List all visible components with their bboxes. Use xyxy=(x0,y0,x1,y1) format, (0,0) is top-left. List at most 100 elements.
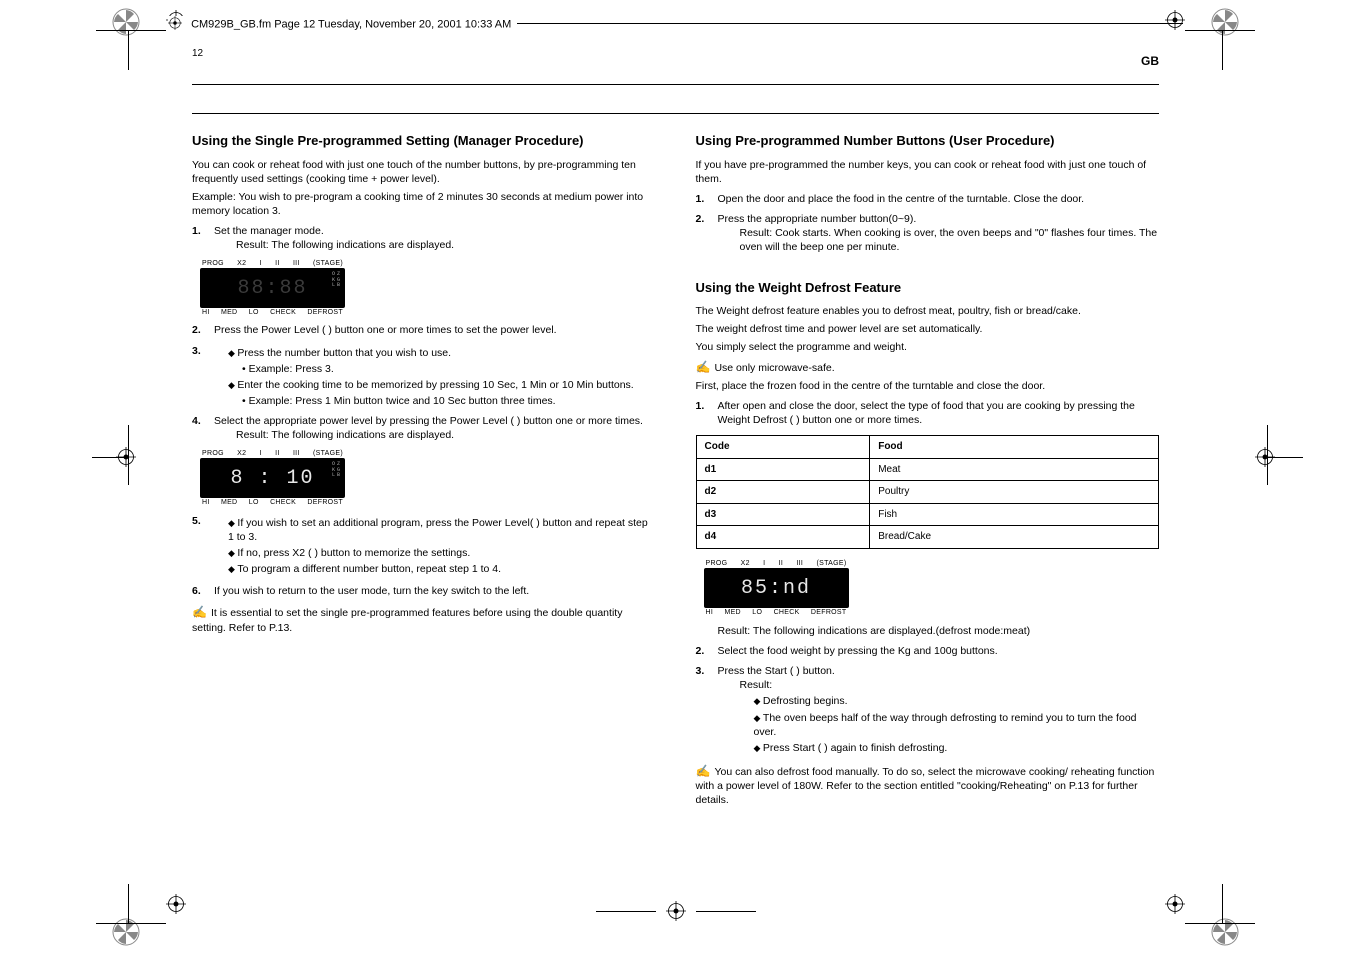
lcd-label: II xyxy=(275,449,280,458)
defrost-codes-table: Code Food d1Meat d2Poultry d3Fish d4Brea… xyxy=(696,435,1160,549)
right-p2a: The Weight defrost feature enables you t… xyxy=(696,304,1160,318)
table-header-code: Code xyxy=(696,436,870,459)
right-note3: You can also defrost food manually. To d… xyxy=(696,766,1155,806)
left-step3-example: Example: Press 3. xyxy=(242,362,634,376)
lcd-label: CHECK xyxy=(270,308,296,317)
right-step-1: Open the door and place the food in the … xyxy=(718,192,1085,206)
lcd-label: X2 xyxy=(237,449,246,458)
lcd-label: PROG xyxy=(202,259,224,268)
left-intro-2: Example: You wish to pre-program a cooki… xyxy=(192,190,656,218)
note-icon: ✍ xyxy=(696,764,711,778)
note-icon: ✍ xyxy=(192,605,207,619)
lcd-label: II xyxy=(779,559,784,568)
lcd-label: DEFROST xyxy=(811,608,847,617)
crop-mark xyxy=(1185,30,1255,31)
lcd-label: (STAGE) xyxy=(816,559,846,568)
right-defrost-result-1: Result: The following indications are di… xyxy=(718,624,1160,638)
table-row: d2Poultry xyxy=(696,481,1159,504)
lcd-label: PROG xyxy=(202,449,224,458)
lcd-label: DEFROST xyxy=(307,308,343,317)
left-intro-1: You can cook or reheat food with just on… xyxy=(192,158,656,186)
right-note2: Use only microwave-safe. xyxy=(714,362,834,374)
lcd-label: CHECK xyxy=(270,498,296,507)
lcd-label: PROG xyxy=(706,559,728,568)
lcd-value: 8 : 10 xyxy=(230,465,314,492)
left-heading: Using the Single Pre-programmed Setting … xyxy=(192,132,656,150)
lcd-label: II xyxy=(275,259,280,268)
file-header-text: CM929B_GB.fm Page 12 Tuesday, November 2… xyxy=(191,18,511,30)
lcd-side-label: LB xyxy=(332,473,342,479)
lcd-label: LO xyxy=(752,608,762,617)
crop-mark xyxy=(1222,884,1223,924)
right-defrost-step-2: Select the food weight by pressing the K… xyxy=(718,644,998,658)
lcd-label: MED xyxy=(221,498,237,507)
right-step2-result: Result: Cook starts. When cooking is ove… xyxy=(740,226,1160,254)
lcd-value: 85:nd xyxy=(741,575,811,602)
left-step3-a: Press the number button that you wish to… xyxy=(228,346,634,360)
right-result-d: Press Start ( ) again to finish defrosti… xyxy=(754,741,1160,755)
lcd-label: MED xyxy=(221,308,237,317)
lcd-display-illustration: PROG X2 I II III (STAGE) 88:88 OZ KG LB xyxy=(200,259,345,318)
print-color-wheel-icon xyxy=(1211,8,1239,36)
print-color-wheel-icon xyxy=(112,8,140,36)
right-step-2: Press the appropriate number button(0~9)… xyxy=(718,213,917,225)
lcd-label: I xyxy=(763,559,765,568)
right-result-label: Result: xyxy=(740,679,773,691)
lcd-label: (STAGE) xyxy=(313,449,343,458)
left-step-1: Set the manager mode. xyxy=(214,225,324,237)
right-p2b: The weight defrost time and power level … xyxy=(696,322,1160,336)
page-number: 12 xyxy=(192,48,203,59)
registration-mark-icon xyxy=(1165,894,1185,914)
crop-mark xyxy=(128,884,129,924)
left-step3-example2: Example: Press 1 Min button twice and 10… xyxy=(242,394,634,408)
crop-mark xyxy=(1185,923,1255,924)
lcd-label: I xyxy=(260,259,262,268)
document-page: 12 GB Using the Single Pre-programmed Se… xyxy=(192,48,1159,894)
lcd-label: X2 xyxy=(237,259,246,268)
right-intro-1: If you have pre-programmed the number ke… xyxy=(696,158,1160,186)
lcd-label: HI xyxy=(202,498,210,507)
lcd-label: CHECK xyxy=(774,608,800,617)
left-column: Using the Single Pre-programmed Setting … xyxy=(192,132,656,812)
left-step5-c: To program a different number button, re… xyxy=(228,562,656,576)
left-note: It is essential to set the single pre-pr… xyxy=(192,607,622,633)
mid-registration-mark xyxy=(1235,435,1255,460)
lcd-label: LO xyxy=(249,308,259,317)
right-heading-1: Using Pre-programmed Number Buttons (Use… xyxy=(696,132,1160,150)
lcd-value: 88:88 xyxy=(237,275,307,302)
lcd-label: LO xyxy=(249,498,259,507)
lcd-label: HI xyxy=(706,608,714,617)
registration-mark-icon xyxy=(166,894,186,914)
lcd-side-label: LB xyxy=(332,283,342,289)
crop-mark xyxy=(96,30,166,31)
crop-mark xyxy=(96,923,166,924)
mid-registration-mark xyxy=(96,435,116,460)
language-label: GB xyxy=(1141,54,1159,68)
lcd-label: III xyxy=(796,559,803,568)
lcd-display-illustration: PROG X2 I II III (STAGE) 8 : 10 OZ KG LB xyxy=(200,449,345,508)
lcd-label: (STAGE) xyxy=(313,259,343,268)
left-step1-result: Result: The following indications are di… xyxy=(236,238,454,252)
right-p3: First, place the frozen food in the cent… xyxy=(696,379,1160,393)
lcd-label: DEFROST xyxy=(307,498,343,507)
horizontal-rule xyxy=(192,84,1159,85)
horizontal-rule xyxy=(192,113,1159,114)
lcd-label: MED xyxy=(724,608,740,617)
right-result-c: The oven beeps half of the way through d… xyxy=(754,711,1160,739)
left-step3-b: Enter the cooking time to be memorized b… xyxy=(228,378,634,392)
right-column: Using Pre-programmed Number Buttons (Use… xyxy=(696,132,1160,812)
table-row: d4Bread/Cake xyxy=(696,526,1159,549)
lcd-label: III xyxy=(293,259,300,268)
table-row: d1Meat xyxy=(696,458,1159,481)
right-heading-2: Using the Weight Defrost Feature xyxy=(696,279,1160,297)
lcd-label: III xyxy=(293,449,300,458)
left-step5-a: If you wish to set an additional program… xyxy=(228,516,656,544)
left-step4-result: Result: The following indications are di… xyxy=(236,428,643,442)
note-icon: ✍ xyxy=(696,360,711,374)
lcd-label: X2 xyxy=(741,559,750,568)
lcd-label: HI xyxy=(202,308,210,317)
crop-mark xyxy=(1222,30,1223,70)
left-step5-b: If no, press X2 ( ) button to memorize t… xyxy=(228,546,656,560)
lcd-display-illustration: PROG X2 I II III (STAGE) 85:nd HI MED LO… xyxy=(704,559,849,618)
left-step-2: Press the Power Level ( ) button one or … xyxy=(214,323,557,337)
